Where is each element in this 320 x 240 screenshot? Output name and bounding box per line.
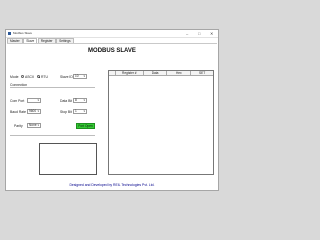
- parity-label: Parity: [14, 124, 23, 128]
- slave-id-value: 10: [75, 74, 79, 78]
- ascii-radio-label: ASCII: [25, 75, 34, 79]
- stop-bit-select[interactable]: 1 ▼: [73, 109, 87, 114]
- mode-label: Mode: [10, 75, 19, 79]
- maximize-icon[interactable]: □: [198, 31, 200, 36]
- slave-id-label: Slave ID: [60, 75, 73, 79]
- table-header: Register # Data Hex SET: [109, 71, 213, 76]
- chevron-down-icon: ▼: [37, 124, 40, 127]
- com-port-select[interactable]: ▼: [27, 98, 41, 103]
- minimize-icon[interactable]: –: [186, 31, 188, 36]
- baud-rate-value: 9600: [29, 109, 37, 113]
- port-open-button[interactable]: Port Open: [76, 123, 95, 129]
- title-bar: Modbus Slave – □ ✕: [6, 30, 218, 38]
- log-textbox[interactable]: [39, 143, 97, 175]
- chevron-down-icon: ▼: [37, 99, 40, 102]
- page-title: MODBUS SLAVE: [88, 48, 136, 54]
- chevron-down-icon: ▼: [83, 99, 86, 102]
- parity-select[interactable]: None ▼: [27, 123, 41, 128]
- app-window: Modbus Slave – □ ✕ Master Slave Register…: [5, 29, 219, 191]
- data-bit-select[interactable]: 8 ▼: [73, 98, 87, 103]
- rtu-radio-label: RTU: [41, 75, 48, 79]
- connection-divider: [10, 87, 95, 88]
- app-icon: [8, 32, 11, 35]
- window-title: Modbus Slave: [13, 31, 33, 35]
- ascii-radio[interactable]: [21, 75, 24, 78]
- data-bit-value: 8: [75, 98, 77, 102]
- row-header-corner: [109, 71, 116, 75]
- data-bit-label: Data Bit: [60, 99, 73, 103]
- footer-credit: Designed and Developed by REIL Technolog…: [69, 183, 155, 187]
- stop-bit-value: 1: [75, 109, 77, 113]
- baud-rate-select[interactable]: 9600 ▼: [27, 109, 41, 114]
- chevron-down-icon: ▼: [83, 110, 86, 113]
- rtu-radio[interactable]: [37, 75, 40, 78]
- column-header-data[interactable]: Data: [144, 71, 168, 75]
- register-table[interactable]: Register # Data Hex SET: [108, 70, 214, 175]
- chevron-down-icon: ▼: [37, 110, 40, 113]
- parity-value: None: [29, 123, 37, 127]
- column-header-set[interactable]: SET: [191, 71, 213, 75]
- column-header-register[interactable]: Register #: [116, 71, 144, 75]
- chevron-down-icon: ▼: [83, 75, 86, 78]
- column-header-hex[interactable]: Hex: [167, 71, 192, 75]
- close-icon[interactable]: ✕: [210, 31, 213, 36]
- slave-id-field[interactable]: 10 ▼: [73, 74, 87, 79]
- baud-rate-label: Baud Rate: [10, 110, 27, 114]
- stop-bit-label: Stop Bit: [60, 110, 72, 114]
- log-divider: [10, 135, 95, 136]
- com-port-label: Com Port: [10, 99, 25, 103]
- slave-tab-content: MODBUS SLAVE Mode ASCII RTU Slave ID 10 …: [7, 43, 217, 191]
